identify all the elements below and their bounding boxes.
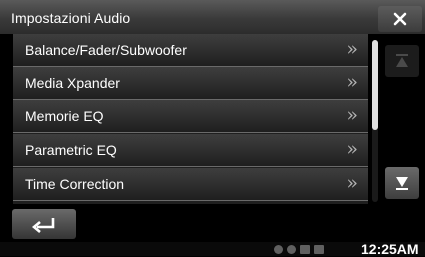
chevron-right-icon: » xyxy=(346,38,358,60)
back-button[interactable] xyxy=(12,209,76,239)
menu-item-parametric-eq[interactable]: Parametric EQ » xyxy=(13,134,368,167)
menu-item-label: Memorie EQ xyxy=(25,108,104,124)
menu-item-time-correction[interactable]: Time Correction » xyxy=(13,168,368,201)
scroll-up-icon xyxy=(396,54,408,67)
menu-item-label: Balance/Fader/Subwoofer xyxy=(25,42,187,58)
bluetooth-icon xyxy=(287,244,296,254)
status-icons xyxy=(274,242,324,256)
title-bar: Impostazioni Audio xyxy=(0,0,425,34)
return-arrow-icon xyxy=(31,218,55,233)
clock: 12:25AM xyxy=(361,241,419,257)
scroll-down-button[interactable] xyxy=(385,167,419,199)
signal-icon xyxy=(314,244,324,254)
chevron-right-icon: » xyxy=(346,104,358,126)
menu-item-label: Time Correction xyxy=(25,176,125,192)
status-bar: 12:25AM xyxy=(0,241,425,257)
close-button[interactable] xyxy=(378,6,422,32)
battery-icon xyxy=(300,244,310,254)
chevron-right-icon: » xyxy=(346,71,358,93)
menu-item-media-xpander[interactable]: Media Xpander » xyxy=(13,67,368,100)
chevron-right-icon: » xyxy=(346,138,358,160)
scroll-thumb[interactable] xyxy=(372,40,378,130)
scroll-down-icon xyxy=(396,177,408,190)
menu-item-memorie-eq[interactable]: Memorie EQ » xyxy=(13,100,368,133)
chevron-right-icon: » xyxy=(346,172,358,194)
close-icon xyxy=(393,12,407,26)
menu-item-label: Parametric EQ xyxy=(25,142,117,158)
menu-item-balance-fader-subwoofer[interactable]: Balance/Fader/Subwoofer » xyxy=(13,34,368,67)
scroll-up-button[interactable] xyxy=(385,45,419,77)
indicator-icon xyxy=(274,244,283,254)
window-title: Impostazioni Audio xyxy=(11,10,131,26)
menu-item-label: Media Xpander xyxy=(25,75,120,91)
list-scrollbar[interactable] xyxy=(372,40,378,202)
